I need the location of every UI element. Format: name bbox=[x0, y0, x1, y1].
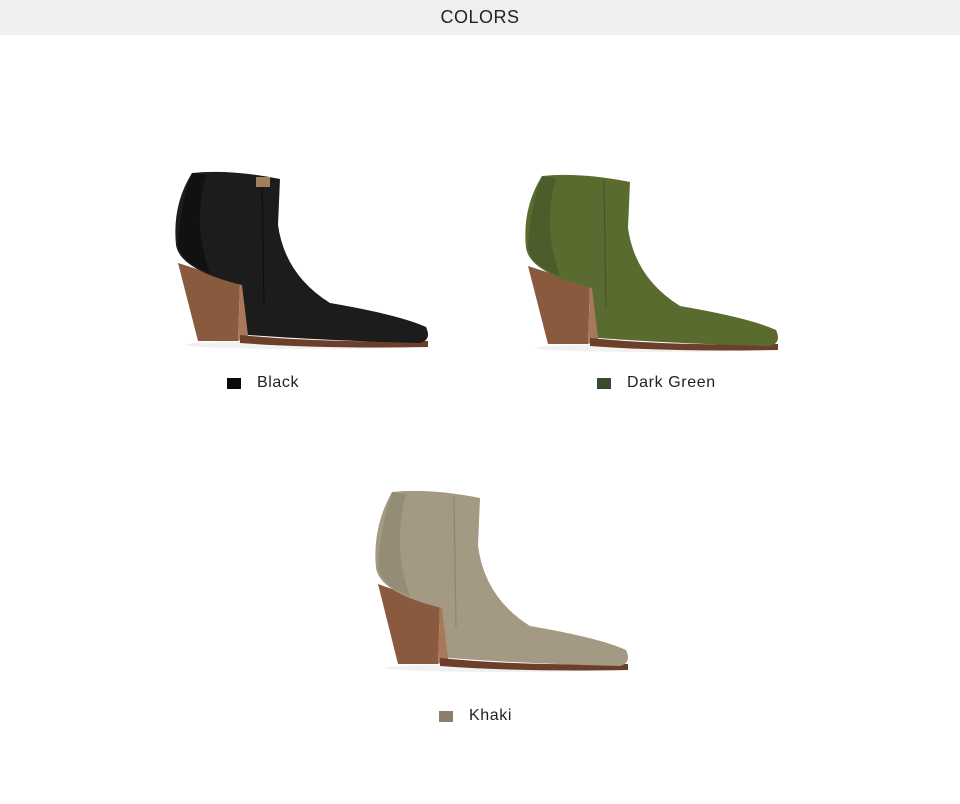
product-image-khaki[interactable] bbox=[370, 488, 640, 678]
color-label-dark-green: Dark Green bbox=[627, 374, 716, 391]
product-image-black[interactable] bbox=[170, 165, 440, 355]
color-option-black[interactable]: Black bbox=[227, 374, 299, 392]
color-option-khaki[interactable]: Khaki bbox=[439, 707, 512, 725]
color-label-khaki: Khaki bbox=[469, 707, 513, 724]
swatch-dark-green bbox=[597, 377, 611, 389]
product-image-dark-green[interactable] bbox=[520, 170, 790, 360]
boot-khaki-image bbox=[375, 490, 628, 672]
swatch-black bbox=[227, 377, 241, 389]
swatch-khaki bbox=[439, 710, 453, 722]
color-option-dark-green[interactable]: Dark Green bbox=[597, 374, 716, 392]
colors-header-bar: COLORS bbox=[0, 0, 960, 35]
color-label-black: Black bbox=[257, 374, 300, 391]
boot-black-image bbox=[175, 171, 428, 349]
boot-dark-green-image bbox=[525, 174, 778, 352]
page-title: COLORS bbox=[440, 7, 520, 27]
